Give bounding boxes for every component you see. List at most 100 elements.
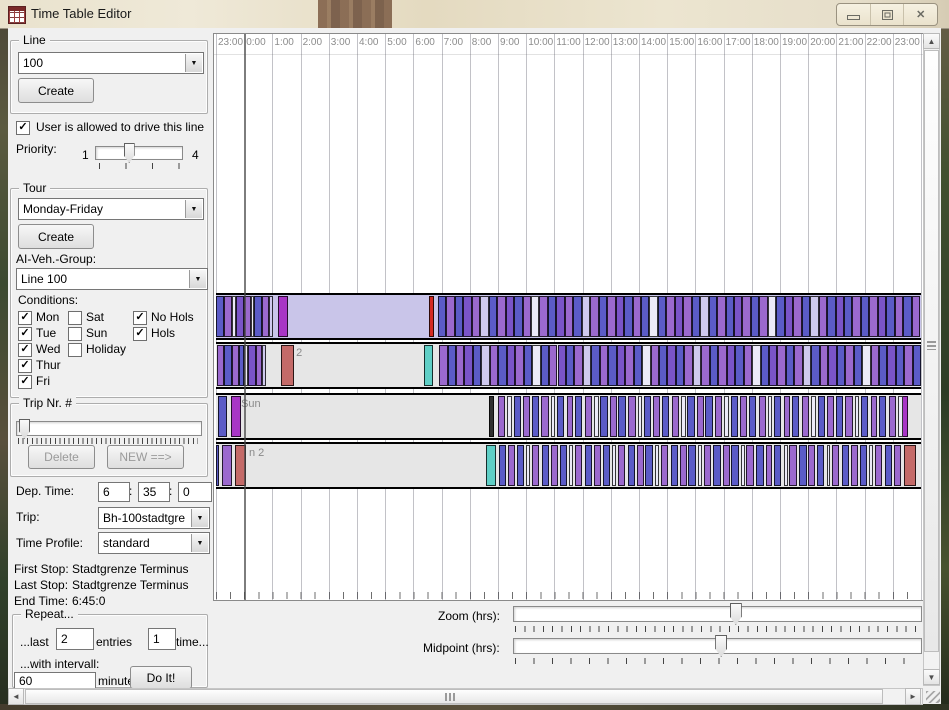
trip-bar[interactable]: [642, 345, 650, 386]
condition-checkbox-mon[interactable]: ✓: [18, 311, 32, 325]
trip-bar[interactable]: [741, 445, 745, 486]
condition-checkbox-no-hols[interactable]: ✓: [133, 311, 147, 325]
trip-bar[interactable]: [532, 345, 540, 386]
trip-bar[interactable]: [566, 345, 574, 386]
trip-bar[interactable]: [887, 345, 895, 386]
trip-bar[interactable]: [262, 296, 269, 337]
new-trip-button[interactable]: NEW ==>: [107, 445, 184, 469]
trip-bar[interactable]: [523, 396, 530, 437]
tour-create-button[interactable]: Create: [18, 224, 94, 249]
trip-bar[interactable]: [726, 296, 734, 337]
trip-bar[interactable]: [217, 345, 224, 386]
trip-bar[interactable]: [751, 296, 759, 337]
trip-bar[interactable]: [774, 396, 781, 437]
trip-bar[interactable]: [565, 296, 573, 337]
trip-bar[interactable]: [481, 345, 489, 386]
trip-bar[interactable]: [625, 345, 633, 386]
trip-bar[interactable]: [429, 296, 434, 337]
trip-bar[interactable]: [281, 345, 294, 386]
resize-grip[interactable]: [926, 691, 940, 703]
trip-bar[interactable]: [532, 396, 539, 437]
trip-bar[interactable]: [683, 296, 691, 337]
trip-bar[interactable]: [734, 296, 742, 337]
trip-bar[interactable]: [794, 345, 802, 386]
trip-bar[interactable]: [766, 445, 773, 486]
trip-bar[interactable]: [569, 445, 573, 486]
trip-nr-slider-track[interactable]: [16, 421, 202, 436]
trip-bar[interactable]: [659, 345, 667, 386]
trip-bar[interactable]: [489, 296, 497, 337]
trip-bar[interactable]: [590, 296, 598, 337]
chevron-down-icon[interactable]: ▼: [189, 270, 206, 288]
scroll-down-button[interactable]: ▼: [923, 669, 940, 685]
trip-bar[interactable]: [541, 396, 548, 437]
trip-bar[interactable]: [820, 345, 828, 386]
line-combobox[interactable]: 100 ▼: [18, 52, 204, 74]
trip-bar[interactable]: [727, 345, 735, 386]
trip-bar[interactable]: [456, 345, 464, 386]
trip-bar[interactable]: [697, 396, 704, 437]
trip-bar[interactable]: [548, 296, 556, 337]
trip-bar[interactable]: [851, 445, 858, 486]
trip-bar[interactable]: [551, 445, 558, 486]
trip-bar[interactable]: [844, 296, 852, 337]
scroll-right-button[interactable]: ►: [905, 688, 921, 705]
trip-bar[interactable]: [671, 445, 678, 486]
trip-bar[interactable]: [894, 445, 901, 486]
trip-bar[interactable]: [675, 296, 683, 337]
trip-bar[interactable]: [837, 345, 845, 386]
scroll-left-button[interactable]: ◄: [8, 688, 24, 705]
trip-bar[interactable]: [532, 445, 539, 486]
trip-bar[interactable]: [523, 296, 531, 337]
trip-bar[interactable]: [769, 345, 777, 386]
trip-bar[interactable]: [785, 296, 793, 337]
trip-bar[interactable]: [438, 296, 446, 337]
trip-bar[interactable]: [490, 345, 498, 386]
trip-bar[interactable]: [497, 296, 505, 337]
trip-bar[interactable]: [710, 345, 718, 386]
trip-bar[interactable]: [224, 345, 232, 386]
trip-bar[interactable]: [634, 345, 642, 386]
timetable-band-3[interactable]: Sun: [216, 393, 921, 440]
trip-bar[interactable]: [637, 445, 644, 486]
trip-bar[interactable]: [731, 445, 738, 486]
trip-bar[interactable]: [515, 345, 523, 386]
trip-bar[interactable]: [556, 296, 564, 337]
trip-bar[interactable]: [231, 396, 241, 437]
trip-bar[interactable]: [473, 345, 481, 386]
trip-bar[interactable]: [752, 345, 760, 386]
trip-bar[interactable]: [808, 445, 815, 486]
trip-bar[interactable]: [644, 396, 651, 437]
scroll-up-button[interactable]: ▲: [923, 33, 940, 49]
trip-bar[interactable]: [236, 296, 244, 337]
title-bar[interactable]: Time Table Editor ✕: [0, 0, 949, 29]
condition-checkbox-hols[interactable]: ✓: [133, 327, 147, 341]
trip-bar[interactable]: [731, 396, 738, 437]
trip-bar[interactable]: [551, 396, 556, 437]
trip-bar[interactable]: [912, 296, 920, 337]
trip-bar[interactable]: [784, 445, 788, 486]
trip-bar[interactable]: [869, 296, 877, 337]
trip-bar[interactable]: [776, 296, 784, 337]
trip-bar[interactable]: [749, 396, 756, 437]
trip-bar[interactable]: [724, 396, 729, 437]
trip-bar[interactable]: [759, 396, 766, 437]
trip-bar[interactable]: [607, 296, 615, 337]
trip-bar[interactable]: [688, 445, 695, 486]
trip-bar[interactable]: [645, 445, 652, 486]
trip-bar[interactable]: [269, 296, 273, 337]
trip-bar[interactable]: [875, 445, 882, 486]
dep-time-hour-field[interactable]: 6: [98, 482, 130, 502]
trip-bar[interactable]: [542, 445, 549, 486]
chevron-down-icon[interactable]: ▼: [191, 509, 208, 527]
vertical-scrollbar-thumb[interactable]: [924, 50, 939, 652]
trip-bar[interactable]: [704, 445, 711, 486]
trip-bar[interactable]: [676, 345, 684, 386]
trip-bar[interactable]: [254, 296, 262, 337]
trip-bar[interactable]: [819, 296, 827, 337]
trip-bar[interactable]: [693, 345, 701, 386]
trip-bar[interactable]: [600, 396, 607, 437]
trip-bar[interactable]: [818, 396, 825, 437]
trip-bar[interactable]: [718, 345, 726, 386]
condition-checkbox-fri[interactable]: ✓: [18, 375, 32, 389]
